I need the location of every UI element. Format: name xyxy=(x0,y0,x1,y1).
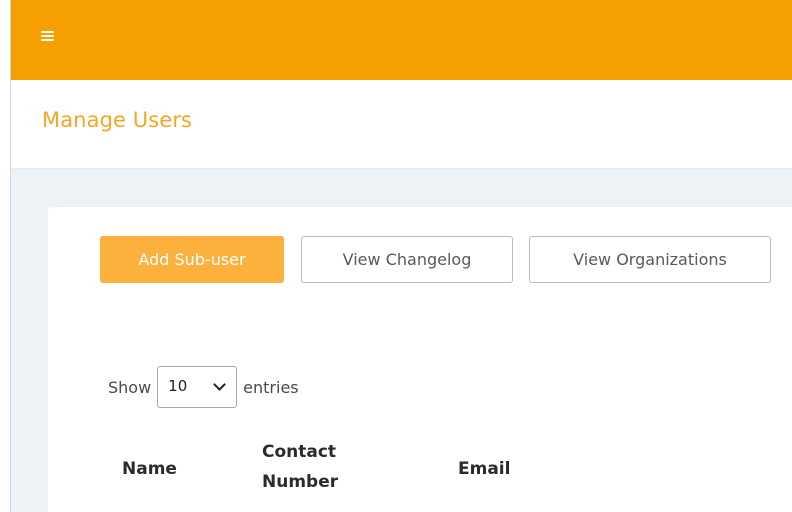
view-changelog-button[interactable]: View Changelog xyxy=(301,236,513,283)
chevron-down-icon xyxy=(213,378,227,391)
view-organizations-button[interactable]: View Organizations xyxy=(529,236,771,283)
top-navbar xyxy=(11,0,792,80)
page-title: Manage Users xyxy=(42,108,193,132)
entries-select[interactable]: 10 xyxy=(157,366,238,408)
entries-label: entries xyxy=(243,377,299,397)
hamburger-menu-icon[interactable] xyxy=(41,28,55,42)
add-sub-user-button[interactable]: Add Sub-user xyxy=(100,236,284,283)
column-header-email[interactable]: Email xyxy=(458,454,510,484)
page-header: Manage Users xyxy=(11,80,792,169)
left-border xyxy=(10,0,11,512)
column-header-name[interactable]: Name xyxy=(122,454,177,484)
show-label: Show xyxy=(108,377,152,397)
entries-select-value: 10 xyxy=(168,377,188,395)
app-frame: Manage Users Add Sub-user View Changelog… xyxy=(0,0,792,512)
entries-length-control: Show 10 entries xyxy=(108,365,299,409)
column-header-contact-number[interactable]: Contact Number xyxy=(262,437,382,497)
